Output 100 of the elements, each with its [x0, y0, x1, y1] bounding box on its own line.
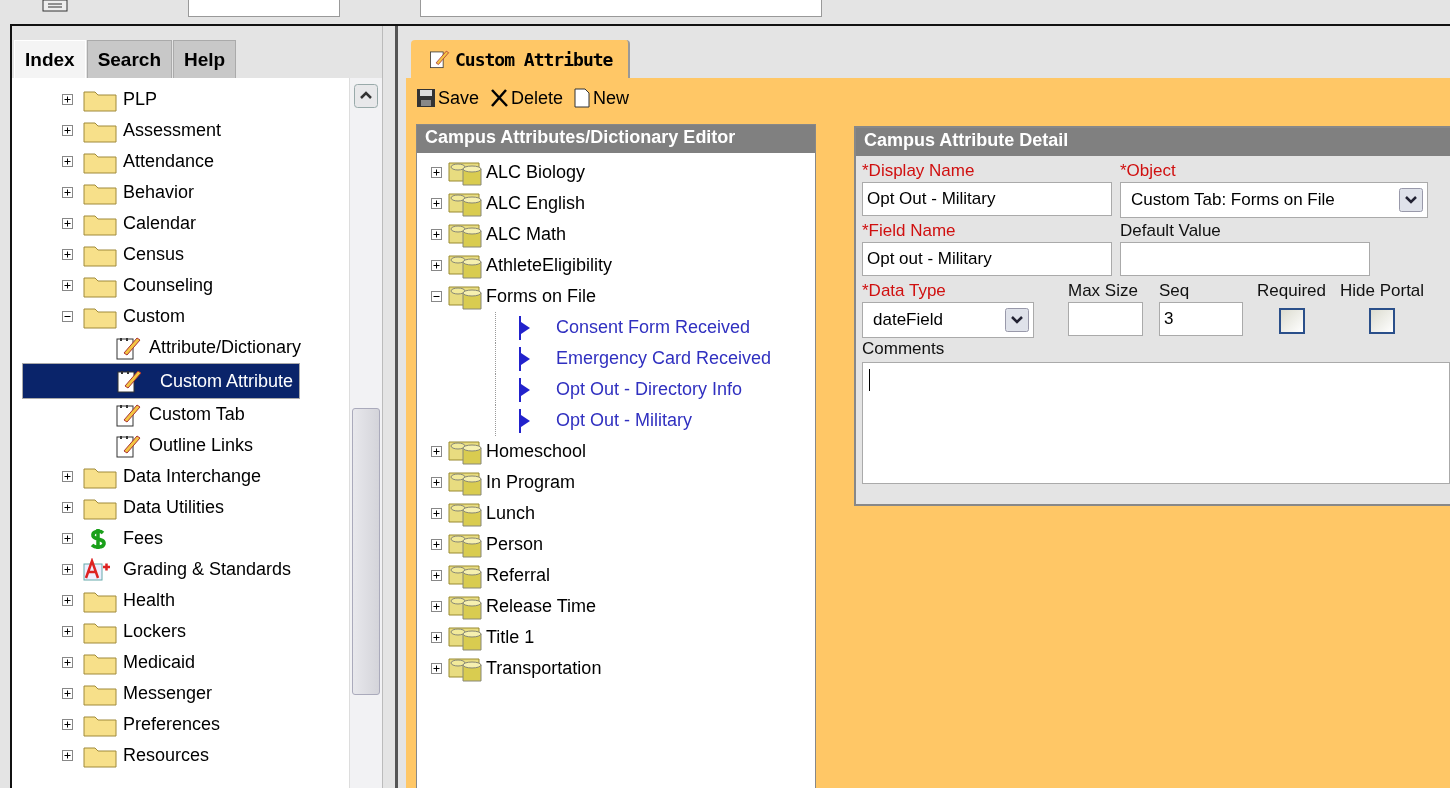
expand-icon[interactable]	[431, 632, 442, 643]
nav-tab[interactable]: Search	[86, 40, 172, 78]
text-field[interactable]	[1120, 242, 1370, 276]
text-field[interactable]: 3	[1159, 302, 1243, 336]
action-button[interactable]: Save	[416, 87, 480, 109]
nav-item[interactable]: Outline Links	[22, 430, 260, 461]
dropdown-field[interactable]: Custom Tab: Forms on File	[1120, 182, 1428, 218]
nav-item[interactable]: Grading & Standards	[22, 554, 298, 585]
expand-icon[interactable]	[62, 94, 73, 105]
scroll-up-button[interactable]	[354, 84, 378, 108]
collapse-icon[interactable]	[62, 311, 73, 322]
expand-icon[interactable]	[62, 564, 73, 575]
tree-item[interactable]: ALC Biology	[431, 157, 815, 188]
menu-icon[interactable]	[42, 0, 68, 12]
scrollbar[interactable]	[349, 78, 382, 788]
nav-item[interactable]: Messenger	[22, 678, 219, 709]
nav-item[interactable]: Health	[22, 585, 182, 616]
expand-icon[interactable]	[62, 719, 73, 730]
tree-item[interactable]: Emergency Card Received	[495, 343, 815, 374]
expand-icon[interactable]	[431, 260, 442, 271]
nav-item[interactable]: Counseling	[22, 270, 220, 301]
expand-icon[interactable]	[62, 595, 73, 606]
tree-item[interactable]: Forms on File	[431, 281, 815, 312]
nav-item[interactable]: Preferences	[22, 709, 227, 740]
tree-item[interactable]: Title 1	[431, 622, 815, 653]
tree-item[interactable]: Lunch	[431, 498, 815, 529]
nav-item[interactable]: Attendance	[22, 146, 221, 177]
tree-item[interactable]: Opt Out - Directory Info	[495, 374, 815, 405]
nav-item[interactable]: Data Interchange	[22, 461, 268, 492]
expand-icon[interactable]	[62, 187, 73, 198]
expand-icon[interactable]	[431, 570, 442, 581]
school-dropdown[interactable]	[420, 0, 822, 17]
nav-item-label: Outline Links	[149, 435, 254, 456]
expand-icon[interactable]	[62, 502, 73, 513]
expand-icon[interactable]	[62, 280, 73, 291]
scroll-thumb[interactable]	[352, 408, 380, 695]
tree-item[interactable]: Opt Out - Military	[495, 405, 815, 436]
nav-item-label: Lockers	[123, 621, 187, 642]
nav-item[interactable]: Assessment	[22, 115, 228, 146]
tree-item-label: Release Time	[486, 596, 597, 617]
tree-item[interactable]: In Program	[431, 467, 815, 498]
tree-item[interactable]: Transportation	[431, 653, 815, 684]
expand-icon[interactable]	[62, 156, 73, 167]
nav-item[interactable]: Medicaid	[22, 647, 202, 678]
text-field[interactable]: Opt Out - Military	[862, 182, 1112, 216]
nav-item[interactable]: Lockers	[22, 616, 193, 647]
expand-icon[interactable]	[431, 663, 442, 674]
nav-item[interactable]: Calendar	[22, 208, 203, 239]
nav-item[interactable]: Census	[22, 239, 191, 270]
nav-item[interactable]: Custom Attribute	[22, 363, 301, 399]
expand-icon[interactable]	[431, 446, 442, 457]
tree-item[interactable]: ALC Math	[431, 219, 815, 250]
tree-item[interactable]: AthleteEligibility	[431, 250, 815, 281]
collapse-icon[interactable]	[431, 291, 442, 302]
expand-icon[interactable]	[431, 601, 442, 612]
action-button[interactable]: New	[573, 87, 630, 109]
nav-tab[interactable]: Help	[173, 40, 237, 78]
action-button[interactable]: Delete	[489, 87, 564, 109]
nav-item[interactable]: Data Utilities	[22, 492, 231, 523]
expand-icon[interactable]	[431, 508, 442, 519]
tree-item[interactable]: Person	[431, 529, 815, 560]
expand-icon[interactable]	[62, 471, 73, 482]
expand-icon[interactable]	[431, 198, 442, 209]
nav-item[interactable]: PLP	[22, 84, 164, 115]
panel-header: Campus Attributes/Dictionary Editor	[417, 125, 815, 153]
nav-item[interactable]: Attribute/Dictionary	[22, 332, 308, 363]
nav-item[interactable]: Fees	[22, 523, 170, 554]
nav-item[interactable]: Behavior	[22, 177, 201, 208]
tree-item[interactable]: Homeschool	[431, 436, 815, 467]
text-field[interactable]: Opt out - Military	[862, 242, 1112, 276]
comments-field[interactable]	[862, 362, 1450, 484]
text-field[interactable]	[1068, 302, 1143, 336]
nav-item[interactable]: Custom	[22, 301, 191, 332]
dropdown-field[interactable]: dateField	[862, 302, 1034, 338]
content-tab[interactable]: Custom Attribute	[411, 40, 631, 78]
tree-item[interactable]: ALC English	[431, 188, 815, 219]
nav-item[interactable]: Custom Tab	[22, 399, 251, 430]
expand-icon[interactable]	[62, 249, 73, 260]
tree-item[interactable]: Consent Form Received	[495, 312, 815, 343]
expand-icon[interactable]	[62, 688, 73, 699]
attribute-icon	[518, 377, 532, 402]
expand-icon[interactable]	[431, 229, 442, 240]
expand-icon[interactable]	[62, 657, 73, 668]
checkbox[interactable]	[1369, 308, 1396, 334]
expand-icon[interactable]	[62, 533, 73, 544]
tree-item[interactable]: Referral	[431, 560, 815, 591]
splitter[interactable]	[382, 26, 398, 788]
text-cursor	[869, 369, 870, 391]
expand-icon[interactable]	[62, 750, 73, 761]
expand-icon[interactable]	[431, 477, 442, 488]
checkbox[interactable]	[1278, 308, 1305, 334]
tree-item[interactable]: Release Time	[431, 591, 815, 622]
year-dropdown[interactable]	[188, 0, 340, 17]
expand-icon[interactable]	[62, 626, 73, 637]
nav-tab[interactable]: Index	[14, 40, 86, 78]
expand-icon[interactable]	[431, 167, 442, 178]
expand-icon[interactable]	[62, 218, 73, 229]
expand-icon[interactable]	[62, 125, 73, 136]
nav-item[interactable]: Resources	[22, 740, 216, 771]
expand-icon[interactable]	[431, 539, 442, 550]
